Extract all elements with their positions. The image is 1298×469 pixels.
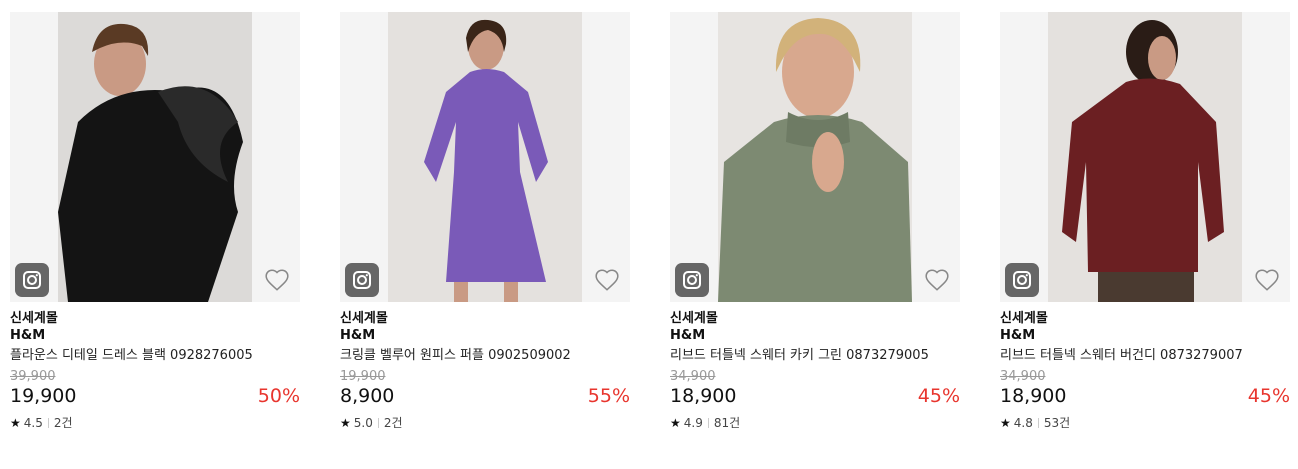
divider <box>1037 418 1039 428</box>
sale-price: 18,900 <box>1000 385 1067 407</box>
heart-icon[interactable] <box>1254 267 1280 293</box>
review-count: 2건 <box>53 416 73 430</box>
store-name: 신세계몰 <box>340 311 388 326</box>
discount-rate: 55% <box>587 385 630 407</box>
original-price: 34,900 <box>670 369 716 384</box>
rating-row: ★ 5.0 2건 <box>340 416 630 430</box>
product-grid: 신세계몰 H&M 플라운스 디테일 드레스 블랙 0928276005 39,9… <box>0 0 1298 469</box>
rating-value: 5.0 <box>353 416 373 430</box>
product-card[interactable]: 신세계몰 H&M 플라운스 디테일 드레스 블랙 0928276005 39,9… <box>10 12 300 430</box>
heart-icon[interactable] <box>264 267 290 293</box>
rating-row: ★ 4.9 81건 <box>670 416 960 430</box>
rating-value: 4.9 <box>683 416 703 430</box>
product-name[interactable]: 리브드 터틀넥 스웨터 카키 그린 0873279005 <box>670 347 960 364</box>
product-image[interactable] <box>670 12 960 302</box>
rating-row: ★ 4.5 2건 <box>10 416 300 430</box>
store-name: 신세계몰 <box>1000 311 1048 326</box>
rating-row: ★ 4.8 53건 <box>1000 416 1290 430</box>
divider <box>47 418 49 428</box>
discount-rate: 45% <box>1247 385 1290 407</box>
review-count: 2건 <box>383 416 403 430</box>
review-count: 81건 <box>713 416 741 430</box>
heart-icon[interactable] <box>924 267 950 293</box>
sale-price: 18,900 <box>670 385 737 407</box>
product-name[interactable]: 리브드 터틀넥 스웨터 버건디 0873279007 <box>1000 347 1290 364</box>
sale-price: 8,900 <box>340 385 395 407</box>
product-image[interactable] <box>340 12 630 302</box>
instagram-icon[interactable] <box>1005 263 1039 297</box>
product-name[interactable]: 크링클 벨루어 원피스 퍼플 0902509002 <box>340 347 630 364</box>
heart-icon[interactable] <box>594 267 620 293</box>
original-price: 19,900 <box>340 369 386 384</box>
brand-name: H&M <box>1000 328 1036 343</box>
original-price: 34,900 <box>1000 369 1046 384</box>
discount-rate: 50% <box>257 385 300 407</box>
star-icon: ★ <box>670 416 681 430</box>
star-icon: ★ <box>1000 416 1011 430</box>
review-count: 53건 <box>1043 416 1071 430</box>
product-image[interactable] <box>1000 12 1290 302</box>
rating-value: 4.5 <box>23 416 43 430</box>
discount-rate: 45% <box>917 385 960 407</box>
brand-name: H&M <box>670 328 706 343</box>
divider <box>707 418 709 428</box>
divider <box>377 418 379 428</box>
original-price: 39,900 <box>10 369 56 384</box>
brand-name: H&M <box>10 328 46 343</box>
brand-name: H&M <box>340 328 376 343</box>
star-icon: ★ <box>340 416 351 430</box>
product-card[interactable]: 신세계몰 H&M 리브드 터틀넥 스웨터 버건디 0873279007 34,9… <box>1000 12 1290 430</box>
instagram-icon[interactable] <box>675 263 709 297</box>
star-icon: ★ <box>10 416 21 430</box>
product-image[interactable] <box>10 12 300 302</box>
product-name[interactable]: 플라운스 디테일 드레스 블랙 0928276005 <box>10 347 300 364</box>
product-card[interactable]: 신세계몰 H&M 리브드 터틀넥 스웨터 카키 그린 0873279005 34… <box>670 12 960 430</box>
sale-price: 19,900 <box>10 385 77 407</box>
rating-value: 4.8 <box>1013 416 1033 430</box>
instagram-icon[interactable] <box>345 263 379 297</box>
store-name: 신세계몰 <box>10 311 58 326</box>
store-name: 신세계몰 <box>670 311 718 326</box>
product-card[interactable]: 신세계몰 H&M 크링클 벨루어 원피스 퍼플 0902509002 19,90… <box>340 12 630 430</box>
instagram-icon[interactable] <box>15 263 49 297</box>
